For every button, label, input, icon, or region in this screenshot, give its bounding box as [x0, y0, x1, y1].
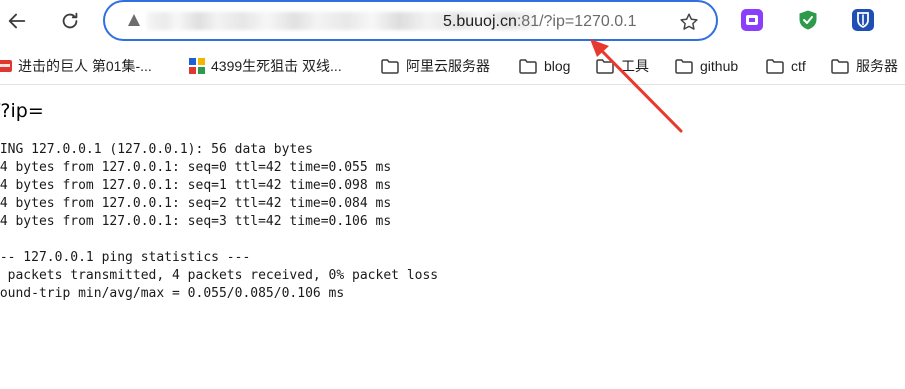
- output-line: 4 packets transmitted, 4 packets receive…: [0, 268, 439, 283]
- output-line: PING 127.0.0.1 (127.0.0.1): 56 data byte…: [0, 142, 313, 157]
- bookmarks-bar: 进击的巨人 第01集-... 4399生死狙击 双线... 阿里云服务器 blo…: [0, 47, 905, 85]
- output-line: round-trip min/avg/max = 0.055/0.085/0.1…: [0, 286, 345, 301]
- output-line: 64 bytes from 127.0.0.1: seq=0 ttl=42 ti…: [0, 160, 392, 175]
- shield-check-icon[interactable]: [797, 9, 819, 31]
- folder-icon: [381, 58, 399, 74]
- site-info-icon[interactable]: [127, 13, 141, 27]
- bookmark-item-4399[interactable]: 4399生死狙击 双线...: [189, 55, 342, 77]
- reload-button[interactable]: [55, 6, 85, 36]
- page-title: /?ip=: [0, 100, 44, 122]
- extension-purple-icon[interactable]: [741, 9, 763, 31]
- address-bar[interactable]: 5.buuoj.cn:81/?ip=1270.0.1: [103, 0, 718, 41]
- url-path: :81/?ip=127: [516, 13, 601, 30]
- bitwarden-icon[interactable]: [852, 9, 874, 31]
- folder-icon: [675, 58, 693, 74]
- bookmark-folder-ctf[interactable]: ctf: [766, 55, 806, 77]
- output-line: 64 bytes from 127.0.0.1: seq=2 ttl=42 ti…: [0, 196, 392, 211]
- arrow-left-icon: [8, 13, 26, 29]
- bookmark-label: ctf: [791, 58, 806, 74]
- output-line: 64 bytes from 127.0.0.1: seq=1 ttl=42 ti…: [0, 178, 392, 193]
- output-line: 64 bytes from 127.0.0.1: seq=3 ttl=42 ti…: [0, 214, 392, 229]
- url-path-tail: 0.0.1: [600, 13, 637, 30]
- page-content: /?ip= PING 127.0.0.1 (127.0.0.1): 56 dat…: [0, 86, 905, 389]
- reload-icon: [62, 12, 78, 29]
- bookmark-label: 阿里云服务器: [406, 58, 490, 74]
- bookmark-folder-server[interactable]: 服务器: [831, 55, 898, 77]
- ping-output: PING 127.0.0.1 (127.0.0.1): 56 data byte…: [0, 141, 438, 303]
- bookmark-label: 进击的巨人 第01集-...: [18, 58, 152, 74]
- bookmark-folder-github[interactable]: github: [675, 55, 738, 77]
- url-host: 5.buuoj.cn: [443, 13, 517, 30]
- url-text[interactable]: 5.buuoj.cn:81/?ip=1270.0.1: [443, 12, 637, 32]
- output-line: --- 127.0.0.1 ping statistics ---: [0, 250, 251, 265]
- game-favicon-icon: [189, 58, 205, 74]
- bookmark-folder-aliyun[interactable]: 阿里云服务器: [381, 55, 490, 77]
- bookmark-folder-blog[interactable]: blog: [519, 55, 570, 77]
- back-button[interactable]: [2, 6, 32, 36]
- browser-toolbar: 5.buuoj.cn:81/?ip=1270.0.1: [0, 0, 905, 44]
- folder-icon: [596, 58, 614, 74]
- bookmark-item-anime[interactable]: 进击的巨人 第01集-...: [0, 55, 152, 77]
- folder-icon: [831, 58, 849, 74]
- tv-favicon-icon: [0, 60, 12, 72]
- bookmark-label: github: [700, 58, 739, 74]
- folder-icon: [519, 58, 537, 74]
- bookmark-label: 4399生死狙击 双线...: [211, 58, 342, 74]
- folder-icon: [766, 58, 784, 74]
- bookmark-label: 服务器: [856, 58, 898, 74]
- bookmark-label: 工具: [621, 58, 649, 74]
- bookmark-folder-tools[interactable]: 工具: [596, 55, 649, 77]
- bookmark-label: blog: [544, 58, 571, 74]
- star-outline-icon[interactable]: [678, 11, 700, 33]
